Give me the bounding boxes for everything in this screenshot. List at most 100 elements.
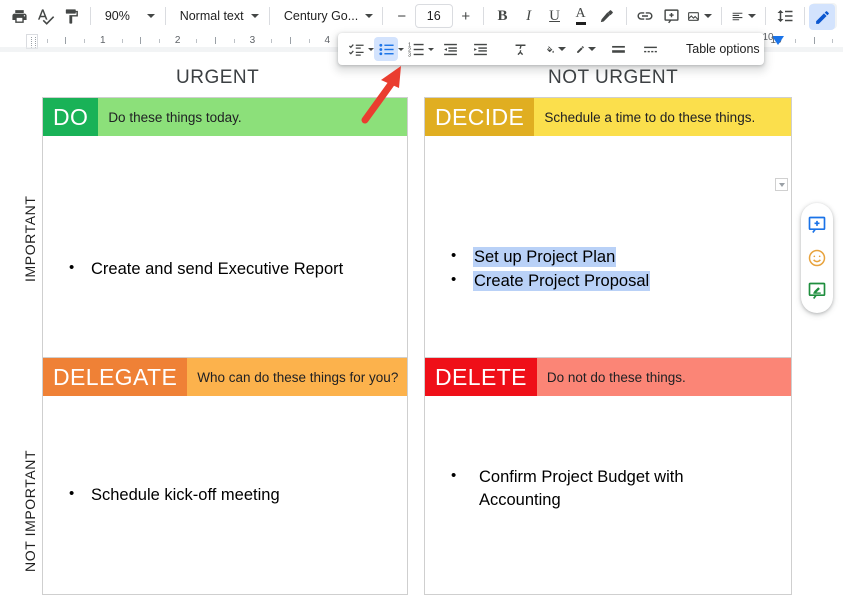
list-item[interactable]: Set up Project Plan xyxy=(449,246,781,269)
quadrant-decide-list[interactable]: Set up Project Plan Create Project Propo… xyxy=(449,246,781,295)
add-comment-icon[interactable] xyxy=(658,3,684,29)
table-format-popup-toolbar: 1 2 3 xyxy=(338,33,764,65)
numbered-list-icon[interactable]: 1 2 3 xyxy=(404,37,428,61)
font-family-selector[interactable]: Century Go... xyxy=(276,3,376,29)
list-item-text: Set up Project Plan xyxy=(473,247,616,267)
ruler-tick xyxy=(84,39,85,43)
quadrant-decide[interactable]: DECIDE Schedule a time to do these thing… xyxy=(424,97,792,381)
row-label-not-important: NOT IMPORTANT xyxy=(22,442,38,572)
list-item[interactable]: Confirm Project Budget with Accounting xyxy=(449,466,731,513)
list-item[interactable]: Schedule kick-off meeting xyxy=(67,484,397,507)
ruler-tick xyxy=(47,39,48,43)
ruler-tick xyxy=(196,39,197,43)
paragraph-style-value: Normal text xyxy=(180,9,244,23)
border-color-icon[interactable] xyxy=(574,37,598,61)
list-item-text: Create Project Proposal xyxy=(473,271,650,291)
decrease-font-size-button[interactable]: − xyxy=(391,4,413,28)
ruler-number: 2 xyxy=(175,35,181,46)
increase-indent-icon[interactable] xyxy=(468,37,492,61)
toolbar-divider xyxy=(90,7,91,25)
line-spacing-icon[interactable] xyxy=(772,3,798,29)
row-label-important: IMPORTANT xyxy=(22,192,38,282)
spellcheck-icon[interactable] xyxy=(32,3,58,29)
insert-image-icon[interactable] xyxy=(684,3,715,29)
toolbar-divider xyxy=(804,7,805,25)
quadrant-delete-body[interactable]: Confirm Project Budget with Accounting xyxy=(425,396,791,594)
ruler-tick xyxy=(271,39,272,43)
decrease-indent-icon[interactable] xyxy=(438,37,462,61)
quadrant-delegate[interactable]: DELEGATE Who can do these things for you… xyxy=(42,357,408,595)
chevron-down-icon xyxy=(748,14,756,18)
suggest-edit-icon[interactable] xyxy=(805,279,829,303)
svg-text:3: 3 xyxy=(408,52,411,57)
paint-format-icon[interactable] xyxy=(58,3,84,29)
document-canvas[interactable]: URGENT NOT URGENT IMPORTANT NOT IMPORTAN… xyxy=(0,52,843,600)
font-family-value: Century Go... xyxy=(284,9,358,23)
quadrant-delegate-body[interactable]: Schedule kick-off meeting xyxy=(43,396,407,594)
print-icon[interactable] xyxy=(6,3,32,29)
add-comment-icon[interactable] xyxy=(805,213,829,237)
zoom-selector[interactable]: 90% xyxy=(97,3,159,29)
quadrant-delete-list[interactable]: Confirm Project Budget with Accounting xyxy=(449,466,731,514)
chevron-down-icon xyxy=(251,14,259,18)
quadrant-do-badge: DO xyxy=(43,98,98,136)
quadrant-delete-header: DELETE Do not do these things. xyxy=(425,358,791,396)
ruler-tick xyxy=(795,39,796,43)
toolbar-divider xyxy=(269,7,270,25)
bulleted-list-icon[interactable] xyxy=(374,37,398,61)
numbered-list-options-chevron-down-icon[interactable] xyxy=(428,37,434,61)
document-action-rail xyxy=(801,203,833,313)
list-item-text: Confirm Project Budget with Accounting xyxy=(479,468,684,509)
text-align-icon[interactable] xyxy=(728,3,759,29)
right-indent-marker[interactable] xyxy=(772,36,784,45)
checklist-icon[interactable] xyxy=(344,37,368,61)
underline-button[interactable]: U xyxy=(542,3,568,29)
ruler-tick xyxy=(234,39,235,43)
ruler-tick xyxy=(814,37,815,44)
edit-pencil-icon[interactable] xyxy=(809,4,835,30)
ruler-number: 3 xyxy=(250,35,256,46)
border-width-icon[interactable] xyxy=(606,37,630,61)
ruler-tick xyxy=(832,39,833,43)
list-item[interactable]: Create Project Proposal xyxy=(449,270,781,293)
highlight-pen-icon[interactable] xyxy=(594,3,620,29)
quadrant-delete[interactable]: DELETE Do not do these things. Confirm P… xyxy=(424,357,792,595)
quadrant-decide-subtitle: Schedule a time to do these things. xyxy=(534,98,791,136)
clear-formatting-icon[interactable] xyxy=(508,37,532,61)
font-size-input[interactable]: 16 xyxy=(415,4,453,28)
paragraph-style-selector[interactable]: Normal text xyxy=(172,3,263,29)
toolbar-divider xyxy=(483,7,484,25)
text-color-button[interactable]: A xyxy=(568,3,594,29)
quadrant-do[interactable]: DO Do these things today. Create and sen… xyxy=(42,97,408,381)
quadrant-do-body[interactable]: Create and send Executive Report xyxy=(43,136,407,380)
table-options-button[interactable]: Table options xyxy=(678,37,768,61)
chevron-down-icon xyxy=(588,47,596,51)
list-item-text: Schedule kick-off meeting xyxy=(91,486,280,504)
quadrant-delegate-subtitle: Who can do these things for you? xyxy=(187,358,408,396)
ruler-tick xyxy=(65,37,66,44)
quadrant-do-list[interactable]: Create and send Executive Report xyxy=(67,258,397,282)
text-color-label: A xyxy=(576,7,586,25)
fill-color-icon[interactable] xyxy=(544,37,568,61)
chevron-down-icon xyxy=(147,14,155,18)
quadrant-delegate-list[interactable]: Schedule kick-off meeting xyxy=(67,484,397,508)
increase-font-size-button[interactable]: + xyxy=(455,4,477,28)
toolbar-divider xyxy=(382,7,383,25)
insert-link-icon[interactable] xyxy=(632,3,658,29)
border-dash-icon[interactable] xyxy=(638,37,662,61)
quadrant-decide-badge: DECIDE xyxy=(425,98,534,136)
chevron-down-icon xyxy=(365,14,373,18)
quadrant-decide-body[interactable]: Set up Project Plan Create Project Propo… xyxy=(425,136,791,380)
bold-button[interactable]: B xyxy=(490,3,516,29)
list-item[interactable]: Create and send Executive Report xyxy=(67,258,397,281)
ruler-tick xyxy=(309,39,310,43)
ruler-tick xyxy=(122,39,123,43)
toolbar-divider xyxy=(165,7,166,25)
emoji-reaction-icon[interactable] xyxy=(805,246,829,270)
quadrant-delegate-header: DELEGATE Who can do these things for you… xyxy=(43,358,407,396)
toolbar-divider xyxy=(765,7,766,25)
table-cell-dropdown-handle[interactable] xyxy=(775,178,788,191)
italic-button[interactable]: I xyxy=(516,3,542,29)
ruler-number: 4 xyxy=(324,35,330,46)
chevron-down-icon xyxy=(558,47,566,51)
